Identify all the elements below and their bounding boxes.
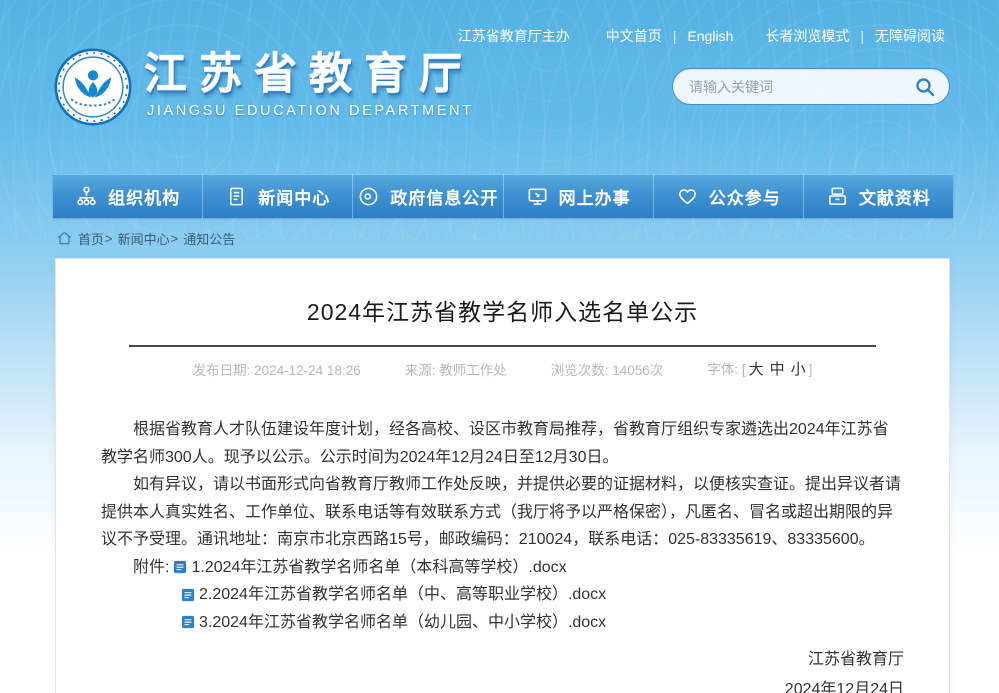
publish-date: 发布日期: 2024-12-24 18:26	[193, 359, 361, 379]
top-link-separator: |	[673, 28, 677, 44]
attachment-link-1[interactable]: 1.2024年江苏省教学名师名单（本科高等学校）.docx	[173, 554, 566, 582]
top-link-english[interactable]: English	[687, 28, 733, 44]
bracket: [	[742, 362, 746, 377]
attachment-label: 1.2024年江苏省教学名师名单（本科高等学校）.docx	[191, 554, 566, 582]
nav-item-documents[interactable]: 文献资料	[804, 174, 953, 218]
attachment-label: 3.2024年江苏省教学名师名单（幼儿园、中小学校）.docx	[199, 609, 606, 637]
attachment-label: 2.2024年江苏省教学名师名单（中、高等职业学校）.docx	[199, 581, 606, 609]
nav-label: 公众参与	[709, 184, 781, 209]
attachment-row: 附件: 1.2024年江苏省教学名师名单（本科高等学校）.docx	[101, 554, 904, 582]
attachments-label: 附件:	[133, 554, 169, 582]
archive-icon	[826, 185, 849, 208]
signature-org: 江苏省教育厅	[101, 645, 904, 675]
views-label: 浏览次数:	[551, 363, 613, 378]
attachment-link-3[interactable]: 3.2024年江苏省教学名师名单（幼儿园、中小学校）.docx	[181, 609, 606, 637]
nav-item-public-participation[interactable]: 公众参与	[654, 174, 804, 218]
source-label: 来源:	[405, 363, 440, 378]
top-link-chinese-home[interactable]: 中文首页	[606, 26, 662, 46]
nav-item-organization[interactable]: 组织机构	[53, 174, 203, 218]
font-size-controls: 字体: [大中小]	[707, 358, 812, 379]
lotus-emblem-icon	[54, 48, 132, 126]
top-link-elder-mode[interactable]: 长者浏览模式	[765, 26, 849, 46]
breadcrumb-home[interactable]: 首页	[78, 229, 104, 248]
site-name: 江苏省教育厅	[144, 50, 474, 98]
font-size-large-button[interactable]: 大	[749, 361, 764, 378]
word-doc-icon	[173, 560, 187, 574]
breadcrumb-notices[interactable]: 通知公告	[183, 229, 235, 248]
publish-date-label: 发布日期:	[193, 363, 255, 378]
word-doc-icon	[181, 588, 195, 602]
search-input[interactable]	[689, 79, 913, 95]
site-header: 江苏省教育厅 JIANGSU EDUCATION DEPARTMENT	[0, 46, 999, 174]
nav-label: 文献资料	[859, 184, 931, 209]
article-meta: 发布日期: 2024-12-24 18:26 来源: 教师工作处 浏览次数: 1…	[101, 358, 904, 379]
site-name-english: JIANGSU EDUCATION DEPARTMENT	[144, 103, 474, 119]
signature-date: 2024年12月24日	[101, 675, 904, 693]
breadcrumb-separator: >	[171, 231, 179, 246]
article-paragraph: 根据省教育人才队伍建设年度计划，经各高校、设区市教育局推荐，省教育厅组织专家遴选…	[101, 416, 904, 471]
font-size-label: 字体:	[707, 362, 742, 377]
top-link-separator: |	[860, 28, 864, 44]
article-paragraph: 如有异议，请以书面形式向省教育厅教师工作处反映，并提供必要的证据材料，以便核实查…	[101, 471, 904, 554]
font-size-small-button[interactable]: 小	[791, 361, 806, 378]
breadcrumb-separator: >	[105, 231, 113, 246]
main-nav: 组织机构 新闻中心 政府信息公开 网上办事 公众参与 文献资料	[53, 174, 953, 218]
attachment-row: 3.2024年江苏省教学名师名单（幼儿园、中小学校）.docx	[101, 609, 904, 637]
news-icon	[225, 185, 248, 208]
top-links-bar: 江苏省教育厅主办 中文首页 | English 长者浏览模式 | 无障碍阅读	[0, 0, 999, 46]
source: 来源: 教师工作处	[405, 359, 507, 379]
heart-icon	[676, 185, 699, 208]
nav-label: 新闻中心	[258, 184, 330, 209]
title-divider	[129, 345, 876, 347]
font-size-medium-button[interactable]: 中	[770, 361, 785, 378]
breadcrumb-news-center[interactable]: 新闻中心	[118, 229, 170, 248]
top-link-accessibility[interactable]: 无障碍阅读	[875, 26, 945, 46]
nav-item-news-center[interactable]: 新闻中心	[203, 174, 353, 218]
views-value: 14056次	[612, 363, 663, 378]
article-body: 根据省教育人才队伍建设年度计划，经各高校、设区市教育局推荐，省教育厅组织专家遴选…	[101, 416, 904, 693]
nav-label: 组织机构	[108, 184, 180, 209]
word-doc-icon	[181, 615, 195, 629]
host-link[interactable]: 江苏省教育厅主办	[458, 26, 570, 46]
attachment-row: 2.2024年江苏省教学名师名单（中、高等职业学校）.docx	[101, 581, 904, 609]
page-title: 2024年江苏省教学名师入选名单公示	[101, 293, 904, 327]
online-service-icon	[526, 185, 549, 208]
article-card: 2024年江苏省教学名师入选名单公示 发布日期: 2024-12-24 18:2…	[55, 258, 950, 693]
search-box[interactable]	[672, 68, 950, 105]
publish-date-value: 2024-12-24 18:26	[254, 363, 361, 378]
info-disclosure-icon	[357, 185, 380, 208]
view-count: 浏览次数: 14056次	[551, 359, 664, 379]
org-chart-icon	[75, 185, 98, 208]
nav-label: 政府信息公开	[390, 184, 498, 209]
nav-item-online-services[interactable]: 网上办事	[504, 174, 654, 218]
signature-block: 江苏省教育厅 2024年12月24日	[101, 645, 904, 693]
site-logo[interactable]: 江苏省教育厅 JIANGSU EDUCATION DEPARTMENT	[54, 48, 474, 126]
nav-label: 网上办事	[559, 184, 631, 209]
nav-item-gov-info-disclosure[interactable]: 政府信息公开	[353, 174, 503, 218]
bracket: ]	[809, 362, 813, 377]
attachment-link-2[interactable]: 2.2024年江苏省教学名师名单（中、高等职业学校）.docx	[181, 581, 606, 609]
home-icon	[57, 231, 72, 245]
source-value: 教师工作处	[439, 363, 507, 378]
breadcrumb: 首页 > 新闻中心 > 通知公告	[0, 218, 999, 258]
search-button[interactable]	[913, 75, 937, 99]
search-icon	[913, 75, 937, 99]
